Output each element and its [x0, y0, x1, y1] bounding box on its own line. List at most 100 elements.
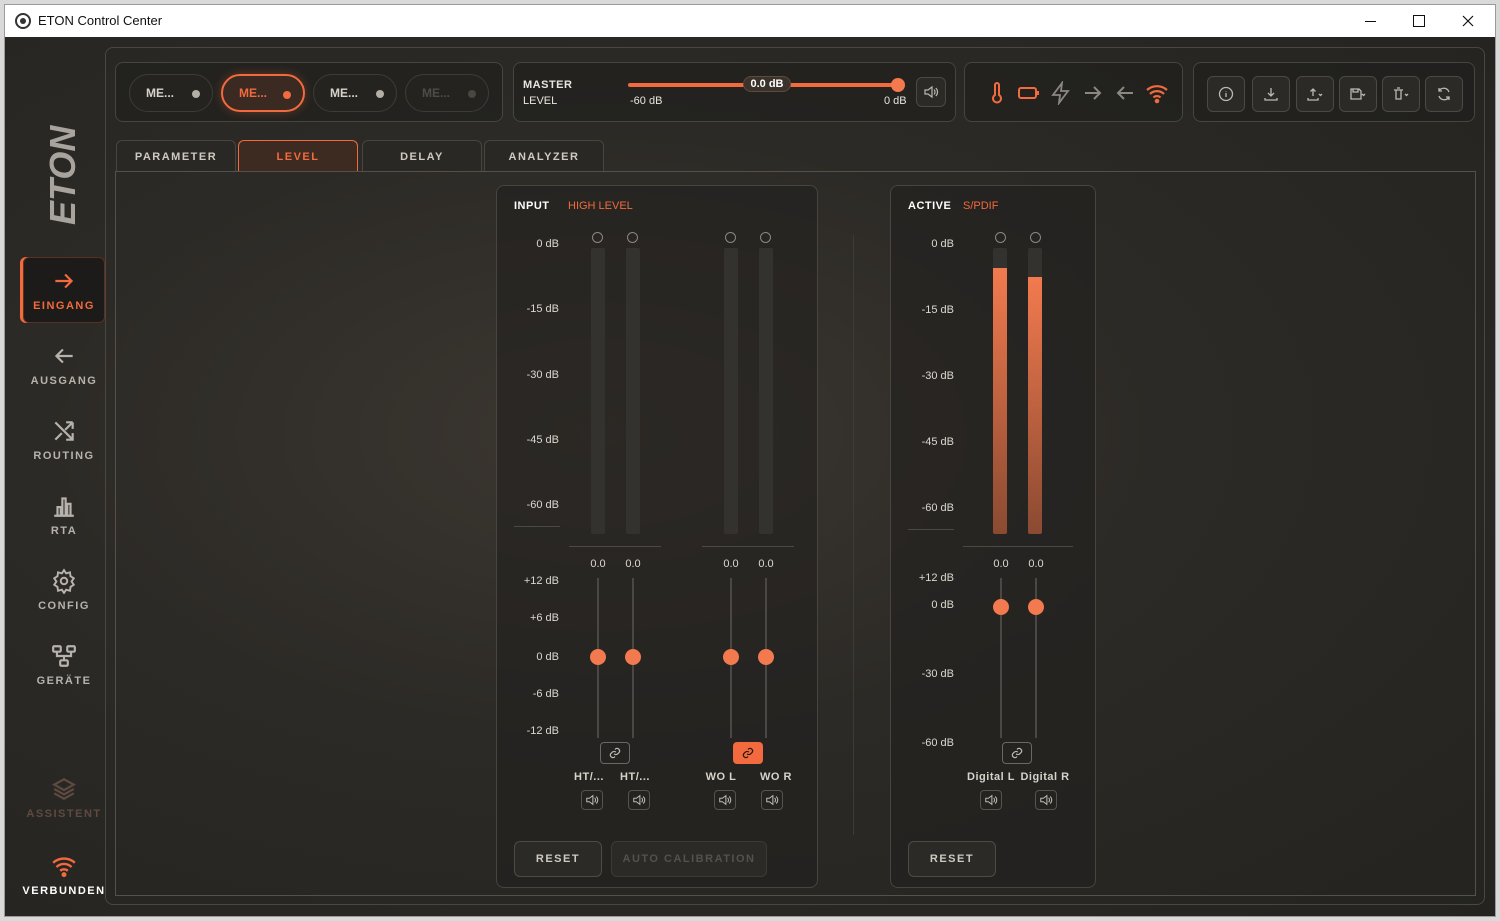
reset-button[interactable]: RESET [908, 841, 996, 877]
channel-name: HT/... [620, 771, 650, 783]
input-subtitle: HIGH LEVEL [568, 200, 633, 212]
tab-analyzer[interactable]: ANALYZER [484, 140, 604, 172]
master-max-label: 0 dB [884, 95, 907, 107]
clip-indicator [592, 232, 603, 243]
active-title: ACTIVE [908, 200, 952, 212]
level-meter [1028, 248, 1042, 534]
master-slider-thumb[interactable] [891, 78, 905, 92]
app-body: ETON EINGANG AUSGANG ROUTING RTA CONFIG … [5, 37, 1495, 916]
preset-indicator [468, 90, 476, 98]
master-level-panel: MASTER LEVEL 0.0 dB -60 dB 0 dB [513, 62, 956, 122]
refresh-button[interactable] [1425, 76, 1463, 112]
sidebar-item-geraete[interactable]: GERÄTE [23, 632, 105, 698]
sidebar-item-label: CONFIG [38, 600, 90, 612]
meter-divider [702, 546, 794, 547]
close-button[interactable] [1445, 5, 1491, 37]
meter-divider [963, 546, 1073, 547]
fader-thumb[interactable] [723, 649, 739, 665]
link-icon [742, 747, 754, 759]
master-min-label: -60 dB [630, 95, 663, 107]
sidebar-item-routing[interactable]: ROUTING [23, 407, 105, 473]
mute-button[interactable] [761, 790, 783, 810]
arrow-left-icon [1116, 86, 1133, 100]
channel-name: Digital L [967, 771, 1015, 783]
link-channels-button[interactable] [1002, 742, 1032, 764]
fader-value: 0.0 [625, 558, 641, 570]
fader-thumb[interactable] [590, 649, 606, 665]
link-channels-button[interactable] [733, 742, 763, 764]
window-title: ETON Control Center [38, 13, 163, 28]
sidebar-item-label: AUSGANG [30, 375, 98, 387]
fader-thumb[interactable] [993, 599, 1009, 615]
link-channels-button[interactable] [600, 742, 630, 764]
speaker-icon [985, 794, 998, 806]
sidebar-item-verbunden[interactable]: VERBUNDEN [22, 842, 105, 908]
status-panel [964, 62, 1183, 122]
fader-scale-label: +6 dB [529, 612, 559, 624]
maximize-button[interactable] [1396, 5, 1442, 37]
info-icon [1218, 86, 1234, 102]
preset-button-2[interactable]: ME... [221, 74, 305, 112]
sidebar: ETON EINGANG AUSGANG ROUTING RTA CONFIG … [22, 37, 105, 916]
fader-scale-label: +12 dB [918, 572, 954, 584]
minimize-button[interactable] [1347, 5, 1393, 37]
input-title: INPUT [514, 200, 550, 212]
speaker-icon [1040, 794, 1053, 806]
upload-button[interactable] [1296, 76, 1334, 112]
meter-fill [993, 268, 1007, 534]
fader-value: 0.0 [590, 558, 606, 570]
sidebar-item-ausgang[interactable]: AUSGANG [23, 332, 105, 398]
meter-scale-label: -30 dB [921, 370, 954, 382]
info-button[interactable] [1207, 76, 1245, 112]
sidebar-item-rta[interactable]: RTA [23, 482, 105, 548]
preset-label: ME... [146, 86, 175, 100]
delete-icon [1394, 87, 1409, 100]
shuffle-icon [54, 421, 74, 441]
mute-button[interactable] [581, 790, 603, 810]
master-value-badge: 0.0 dB [743, 76, 791, 92]
meter-scale-label: -45 dB [921, 436, 954, 448]
arrow-right-icon [55, 273, 74, 289]
delete-button[interactable] [1382, 76, 1420, 112]
fader-thumb[interactable] [758, 649, 774, 665]
mute-button[interactable] [628, 790, 650, 810]
auto-calibration-button: AUTO CALIBRATION [611, 841, 767, 877]
master-label: MASTER LEVEL [523, 79, 573, 107]
action-panel [1193, 62, 1475, 122]
app-icon [15, 13, 31, 29]
fader-thumb[interactable] [1028, 599, 1044, 615]
preset-button-3[interactable]: ME... [313, 74, 397, 112]
devices-icon [52, 645, 76, 667]
master-mute-button[interactable] [916, 77, 946, 107]
preset-button-1[interactable]: ME... [129, 74, 213, 112]
arrow-left-icon [54, 348, 73, 364]
sidebar-item-config[interactable]: CONFIG [23, 557, 105, 623]
download-button[interactable] [1252, 76, 1290, 112]
fader-value: 0.0 [993, 558, 1009, 570]
meter-scale-label: -15 dB [526, 303, 559, 315]
meter-divider [569, 546, 661, 547]
svg-text:ETON: ETON [43, 125, 83, 225]
fader-scale-label: -6 dB [532, 688, 559, 700]
upload-icon [1307, 88, 1323, 101]
save-button[interactable] [1339, 76, 1377, 112]
mute-button[interactable] [1035, 790, 1057, 810]
sidebar-item-eingang[interactable]: EINGANG [23, 257, 105, 323]
fader-scale-label: +12 dB [523, 575, 559, 587]
tab-level[interactable]: LEVEL [238, 140, 358, 172]
reset-button[interactable]: RESET [514, 841, 602, 877]
group-divider [853, 235, 854, 835]
tab-parameter[interactable]: PARAMETER [116, 140, 236, 172]
tab-delay[interactable]: DELAY [362, 140, 482, 172]
fader-thumb[interactable] [625, 649, 641, 665]
channel-name: WO L [705, 771, 737, 783]
app-window: ETON Control Center ETON EINGANG AUSGANG [4, 4, 1496, 917]
mute-button[interactable] [714, 790, 736, 810]
clip-indicator [995, 232, 1006, 243]
sidebar-item-assistent[interactable]: ASSISTENT [23, 765, 105, 831]
fader-scale-label: 0 dB [536, 651, 559, 663]
preset-label: ME... [239, 86, 268, 100]
mute-button[interactable] [980, 790, 1002, 810]
channel-name: Digital R [1020, 771, 1070, 783]
fader-scale-label: 0 dB [931, 599, 954, 611]
